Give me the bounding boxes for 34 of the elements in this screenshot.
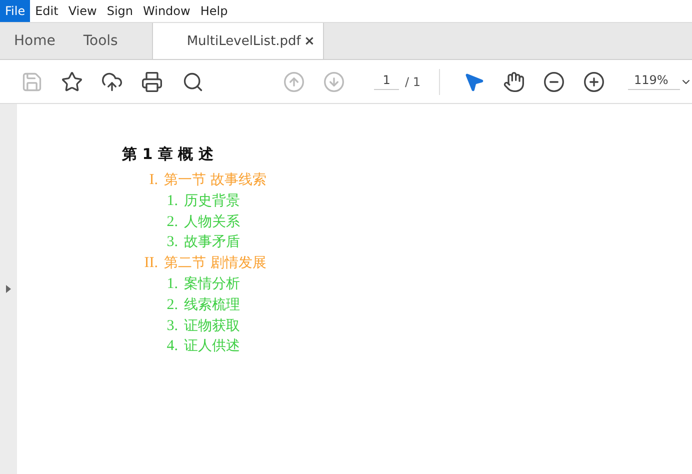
- tab-title: MultiLevelList.pdf: [186, 34, 301, 48]
- list-item: 案情分析: [184, 274, 240, 294]
- list-marker: 2.: [166, 296, 178, 315]
- document-tab[interactable]: MultiLevelList.pdf ×: [152, 23, 324, 59]
- menu-item[interactable]: Sign: [102, 0, 138, 22]
- zoom-field[interactable]: 119%: [628, 73, 680, 90]
- menu-item[interactable]: File: [0, 0, 30, 22]
- list-marker: II.: [143, 254, 158, 274]
- menu-item[interactable]: Window: [138, 0, 196, 22]
- list-marker: 1.: [166, 192, 178, 211]
- list-item: 线索梳理: [184, 296, 240, 315]
- list-marker: 4.: [166, 337, 178, 356]
- list-marker: I.: [148, 171, 158, 190]
- list-item: 历史背景: [184, 192, 240, 211]
- chapter-heading: 第 1 章 概 述: [122, 145, 214, 164]
- list-marker: 3.: [166, 316, 178, 336]
- list-marker: 1.: [166, 274, 178, 294]
- list-item: 证人供述: [184, 337, 240, 356]
- section-title: 第一节 故事线索: [164, 171, 266, 190]
- section-title: 第二节 剧情发展: [164, 254, 266, 274]
- menu-item[interactable]: View: [63, 0, 102, 22]
- list-marker: 2.: [166, 212, 178, 232]
- close-button[interactable]: ×: [304, 34, 315, 48]
- list-marker: 3.: [166, 233, 178, 252]
- menu-item[interactable]: Edit: [30, 0, 64, 22]
- list-item: 证物获取: [184, 316, 240, 336]
- page-field[interactable]: 1: [374, 73, 400, 90]
- page-total: / 1: [405, 74, 421, 88]
- list-item: 人物关系: [184, 212, 240, 232]
- expand-arrow-icon[interactable]: [6, 285, 11, 293]
- list-item: 故事矛盾: [184, 233, 240, 252]
- tab[interactable]: Tools: [69, 23, 132, 59]
- tab[interactable]: Home: [0, 23, 70, 59]
- menu-item[interactable]: Help: [195, 0, 233, 22]
